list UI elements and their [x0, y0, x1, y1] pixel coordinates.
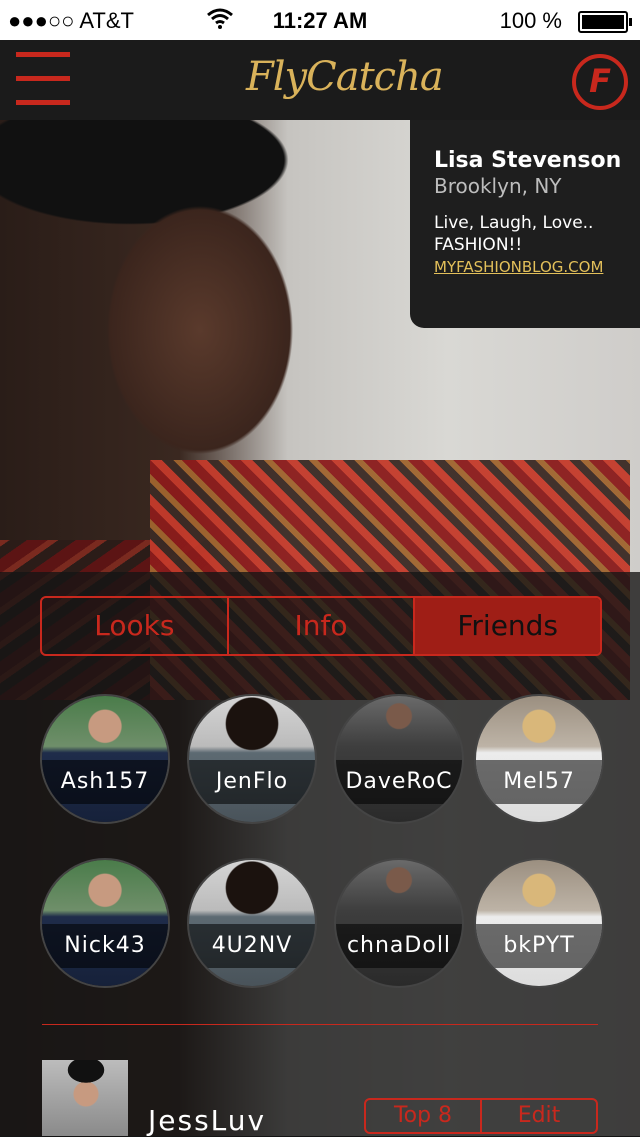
- friend-name: DaveRoC: [336, 760, 462, 804]
- friend-avatar[interactable]: DaveRoC: [334, 694, 464, 824]
- edit-button[interactable]: Edit: [482, 1100, 596, 1132]
- featured-friend-name: JessLuv: [148, 1104, 267, 1137]
- friend-name: JenFlo: [189, 760, 315, 804]
- hamburger-menu-icon[interactable]: [16, 52, 70, 106]
- friend-avatar[interactable]: chnaDoll: [334, 858, 464, 988]
- friend-avatar[interactable]: Nick43: [40, 858, 170, 988]
- tab-looks[interactable]: Looks: [42, 598, 229, 654]
- friend-name: 4U2NV: [189, 924, 315, 968]
- friend-actions: Top 8 Edit: [364, 1098, 598, 1134]
- profile-tabs: Looks Info Friends: [40, 596, 602, 656]
- profile-name: Lisa Stevenson: [434, 148, 622, 173]
- battery-label: 100 %: [499, 8, 562, 33]
- profile-info-card: Lisa Stevenson Brooklyn, NY Live, Laugh,…: [410, 120, 640, 328]
- friends-panel: Looks Info Friends Ash157 JenFlo DaveRoC…: [0, 572, 640, 1137]
- top8-button[interactable]: Top 8: [366, 1100, 482, 1132]
- friend-avatar[interactable]: bkPYT: [474, 858, 604, 988]
- section-divider: [42, 1024, 598, 1025]
- profile-location: Brooklyn, NY: [434, 174, 562, 198]
- app-logo: FlyCatcha: [246, 54, 444, 100]
- friend-name: Mel57: [476, 760, 602, 804]
- profile-icon[interactable]: F: [572, 54, 628, 110]
- friend-name: Nick43: [42, 924, 168, 968]
- friend-avatar[interactable]: 4U2NV: [187, 858, 317, 988]
- friend-avatar[interactable]: Ash157: [40, 694, 170, 824]
- friend-avatar[interactable]: Mel57: [474, 694, 604, 824]
- profile-bio: Live, Laugh, Love.. FASHION!!: [434, 213, 594, 255]
- featured-friend-photo[interactable]: [42, 1060, 128, 1136]
- battery-icon: [578, 11, 632, 33]
- friend-name: Ash157: [42, 760, 168, 804]
- friend-avatar[interactable]: JenFlo: [187, 694, 317, 824]
- profile-blog-link[interactable]: MYFASHIONBLOG.COM: [434, 258, 603, 276]
- status-bar: ●●●○○ AT&T 11:27 AM 100 %: [0, 0, 640, 40]
- friend-name: chnaDoll: [336, 924, 462, 968]
- friend-name: bkPYT: [476, 924, 602, 968]
- top-bar: FlyCatcha F: [0, 40, 640, 120]
- tab-friends[interactable]: Friends: [415, 598, 600, 654]
- tab-info[interactable]: Info: [229, 598, 416, 654]
